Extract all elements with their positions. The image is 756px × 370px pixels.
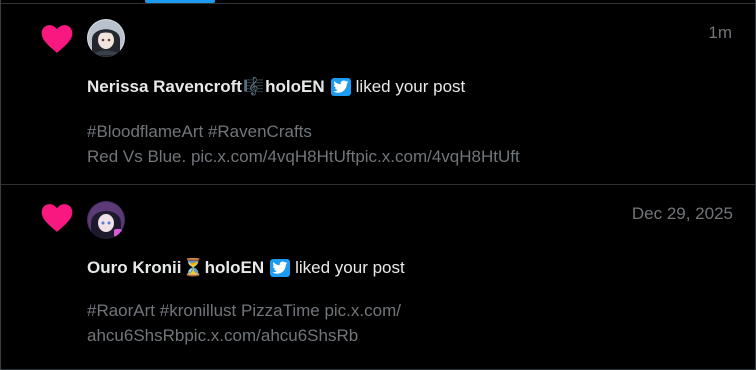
twitter-bird-icon	[270, 259, 291, 277]
avatar[interactable]	[87, 19, 125, 57]
user-emoji: 🎼	[242, 77, 265, 96]
post-preview[interactable]: #RaorArt #kronillust PizzaTime pic.x.com…	[87, 298, 707, 348]
post-preview[interactable]: #BloodflameArt #RavenCrafts Red Vs Blue.…	[87, 119, 707, 169]
heart-icon	[41, 25, 73, 53]
user-emoji: ⏳	[182, 258, 204, 277]
notifications-timeline: 1m Nerissa Ravencroft 🎼 holoEN liked you…	[0, 0, 756, 370]
timestamp[interactable]: 1m	[708, 23, 732, 43]
heart-icon	[41, 204, 73, 232]
user-tag[interactable]: holoEN	[205, 258, 265, 278]
user-tag[interactable]: holoEN	[265, 77, 325, 97]
post-preview-line: Red Vs Blue. pic.x.com/4vqH8HtUftpic.x.c…	[87, 147, 520, 166]
post-preview-line: #BloodflameArt #RavenCrafts	[87, 122, 312, 141]
notification-item[interactable]: Dec 29, 2025 Ouro Kronii ⏳ holoEN liked …	[1, 186, 755, 370]
notification-text: Nerissa Ravencroft 🎼 holoEN liked your p…	[87, 77, 465, 97]
action-text: liked your post	[355, 77, 466, 96]
twitter-bird-icon	[330, 78, 351, 96]
user-name[interactable]: Nerissa Ravencroft	[87, 77, 242, 97]
post-preview-line: ahcu6ShsRbpic.x.com/ahcu6ShsRb	[87, 326, 359, 345]
post-preview-line: #RaorArt #kronillust PizzaTime pic.x.com…	[87, 301, 401, 320]
avatar[interactable]	[87, 201, 125, 239]
timestamp[interactable]: Dec 29, 2025	[632, 204, 733, 224]
notification-item[interactable]: 1m Nerissa Ravencroft 🎼 holoEN liked you…	[1, 4, 755, 185]
notification-text: Ouro Kronii ⏳ holoEN liked your post	[87, 258, 405, 278]
user-name[interactable]: Ouro Kronii	[87, 258, 181, 278]
action-text: liked your post	[295, 258, 405, 277]
